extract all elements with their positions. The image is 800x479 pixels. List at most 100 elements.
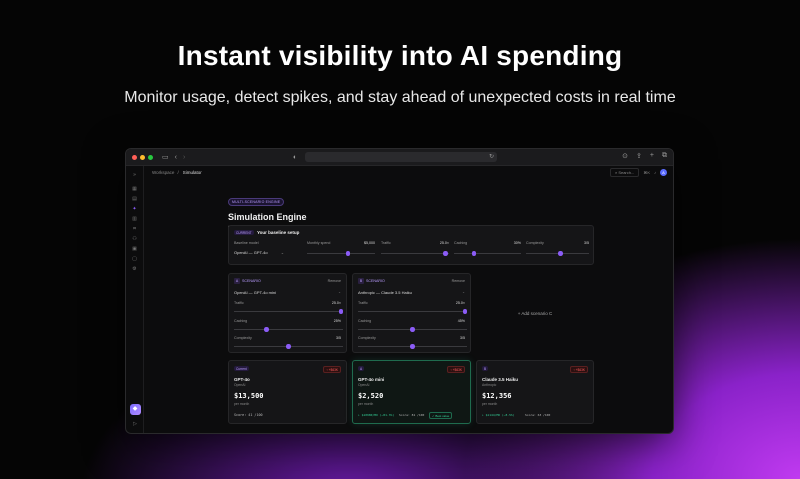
result-delta-badge: ↑ +$63K <box>447 366 465 373</box>
shield-icon[interactable]: ◐ <box>293 154 297 161</box>
result-tag: Current <box>234 366 249 371</box>
scenario-a-caching-value: 25% <box>333 319 341 323</box>
baseline-model-label: Baseline model <box>234 241 259 245</box>
expand-sidebar-icon[interactable]: ▷ <box>133 419 137 429</box>
minimize-window-button[interactable] <box>140 154 145 160</box>
scenario-a-model: OpenAI — GPT-4o mini <box>234 290 277 295</box>
forward-icon[interactable]: › <box>183 154 185 161</box>
scenario-a-caching-slider[interactable] <box>234 329 343 330</box>
scenario-b-complexity-value: 3/5 <box>460 336 465 340</box>
caching-slider[interactable] <box>454 253 521 254</box>
browser-titlebar: ▭ ‹ › ◐ ↻ ⊙ ⇪ + ⧉ <box>126 149 673 166</box>
chevron-down-icon[interactable]: ⌄ <box>338 290 341 294</box>
reports-icon[interactable]: ▥ <box>132 214 137 224</box>
database-icon[interactable]: ▣ <box>132 244 137 254</box>
tabs-overview-icon[interactable]: ⧉ <box>662 152 667 160</box>
new-tab-icon[interactable]: + <box>650 152 654 160</box>
collapse-icon[interactable]: » <box>133 170 136 180</box>
scenario-card-a: A SCENARIO Remove OpenAI — GPT-4o mini ⌄… <box>228 273 347 353</box>
scenario-b-traffic-value: 25.0× <box>455 301 465 305</box>
avatar[interactable]: A <box>660 169 667 176</box>
result-model: GPT-4o mini <box>358 377 385 382</box>
scenario-a-complexity-value: 3/5 <box>336 336 341 340</box>
scenario-chip: SCENARIO <box>366 279 385 283</box>
scenario-a-complexity-label: Complexity <box>234 336 252 340</box>
scenario-b-complexity-knob[interactable] <box>410 344 415 349</box>
hero-subtitle: Monitor usage, detect spikes, and stay a… <box>124 89 676 106</box>
scenario-a-traffic-slider[interactable] <box>234 311 343 312</box>
breadcrumb-root[interactable]: Workspace <box>152 170 174 175</box>
hero-title: Instant visibility into AI spending <box>177 40 623 71</box>
result-card-current: Current ↑ +$63K GPT-4o OpenAI $13,500 pe… <box>228 360 347 424</box>
users-icon[interactable]: ⚇ <box>132 234 136 244</box>
scenario-a-traffic-value: 25.0× <box>331 301 341 305</box>
maximize-window-button[interactable] <box>148 154 153 160</box>
spend-slider-knob[interactable] <box>345 251 351 256</box>
result-price: $12,356 <box>482 392 512 400</box>
spend-slider[interactable] <box>307 253 375 254</box>
result-tag: B <box>482 366 489 371</box>
traffic-value: 25.0× <box>439 241 449 245</box>
baseline-card: CURRENT Your baseline setup Baseline mod… <box>228 225 594 265</box>
chevron-down-icon: ⌄ <box>280 250 285 255</box>
search-input[interactable]: ⌕ Search... <box>609 168 640 177</box>
result-per: per month <box>482 402 498 406</box>
result-per: per month <box>358 402 374 406</box>
result-score: Score: 81 /100 <box>399 413 425 417</box>
scenario-b-traffic-knob[interactable] <box>462 309 468 314</box>
sidebar-toggle-icon[interactable]: ▭ <box>162 154 169 161</box>
reload-icon[interactable]: ↻ <box>489 154 494 160</box>
address-bar[interactable] <box>305 152 497 162</box>
result-score: Score: 41 /100 <box>234 413 263 417</box>
download-icon[interactable]: ⊙ <box>622 152 628 160</box>
result-provider: OpenAI <box>358 383 370 387</box>
scenario-a-caching-label: Caching <box>234 319 248 323</box>
engine-badge: MULTI-SCENARIO ENGINE <box>228 198 285 206</box>
scenario-b-traffic-label: Traffic <box>358 301 368 305</box>
current-chip: CURRENT <box>234 230 254 235</box>
result-model: Claude 3.5 Haiku <box>482 377 519 382</box>
baseline-model-select[interactable]: OpenAI — GPT-4o ⌄ <box>234 250 284 255</box>
remove-scenario-a-button[interactable]: Remove <box>328 279 341 283</box>
close-window-button[interactable] <box>132 154 137 160</box>
scenario-b-model-select[interactable]: Anthropic — Claude 3.5 Haiku <box>358 290 412 295</box>
bell-icon[interactable]: ♪ <box>654 170 656 175</box>
scenario-b-traffic-slider[interactable] <box>358 311 467 312</box>
scenario-a-traffic-knob[interactable] <box>338 309 344 314</box>
grid-icon[interactable]: ▦ <box>132 184 137 194</box>
back-icon[interactable]: ‹ <box>175 154 177 161</box>
scenario-letter: B <box>358 278 364 284</box>
breadcrumb-current: Simulator <box>182 169 202 175</box>
book-icon[interactable]: ▢ <box>132 254 137 264</box>
settings-icon[interactable]: ⚙ <box>132 264 136 274</box>
chart-icon[interactable]: ⌗ <box>133 224 136 234</box>
scenario-b-model: Anthropic — Claude 3.5 Haiku <box>358 290 412 295</box>
result-tag: A <box>358 366 365 371</box>
result-saving: ↓ $1144/MO (−8.5%) <box>482 413 515 417</box>
scenario-b-caching-knob[interactable] <box>410 327 415 332</box>
remove-scenario-b-button[interactable]: Remove <box>452 279 465 283</box>
traffic-slider[interactable] <box>381 253 449 254</box>
complexity-value: 3/5 <box>584 241 589 245</box>
app-logo-icon[interactable]: ◆ <box>129 404 141 415</box>
add-scenario-button[interactable]: + Add scenario C <box>476 273 594 353</box>
scenario-b-caching-label: Caching <box>358 319 372 323</box>
result-per: per month <box>234 402 250 406</box>
simulator-icon[interactable]: ✦ <box>132 204 136 214</box>
traffic-slider-knob[interactable] <box>443 251 448 256</box>
complexity-slider-knob[interactable] <box>558 251 563 256</box>
result-provider: Anthropic <box>482 383 497 387</box>
share-icon[interactable]: ⇪ <box>636 152 642 160</box>
result-model: GPT-4o <box>234 377 250 382</box>
page-title: Simulation Engine <box>228 212 307 222</box>
scenario-a-model-select[interactable]: OpenAI — GPT-4o mini <box>234 290 276 295</box>
document-icon[interactable]: ▤ <box>132 194 137 204</box>
chevron-down-icon[interactable]: ⌄ <box>462 290 465 294</box>
result-card-b: B ↑ +$63K Claude 3.5 Haiku Anthropic $12… <box>476 360 594 424</box>
scenario-letter: A <box>234 278 240 284</box>
spend-label: Monthly spend <box>307 241 331 245</box>
scenario-a-caching-knob[interactable] <box>264 327 269 332</box>
spend-value: $5,000 <box>364 241 375 245</box>
scenario-a-complexity-knob[interactable] <box>286 344 291 349</box>
caching-slider-knob[interactable] <box>471 251 477 256</box>
